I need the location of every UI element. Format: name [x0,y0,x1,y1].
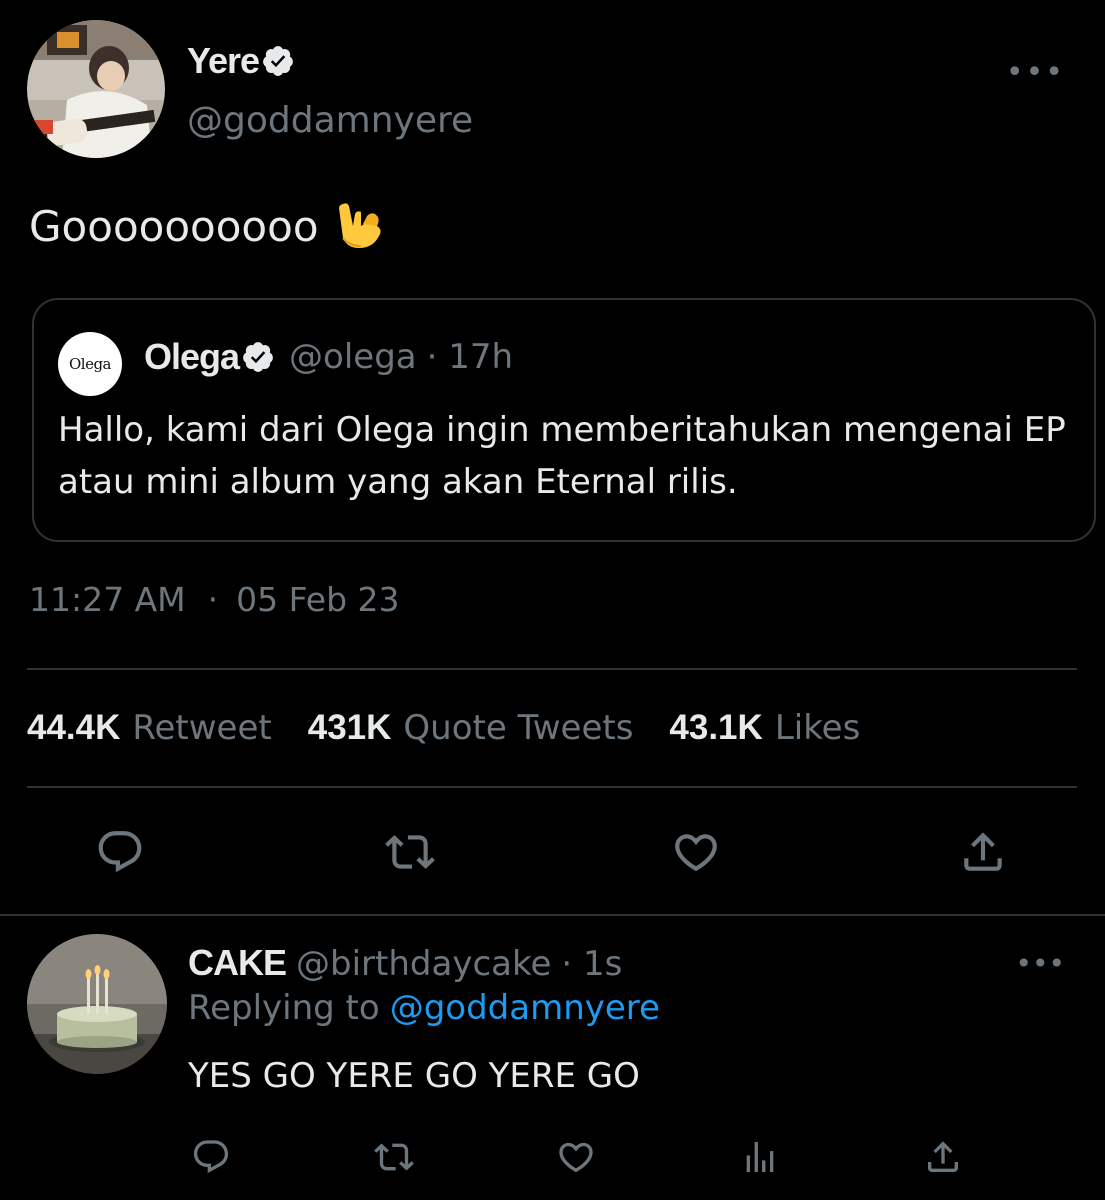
reply-author-handle[interactable]: @birthdaycake [296,944,551,984]
like-label[interactable]: Likes [775,708,861,748]
replying-to: Replying to @goddamnyere [188,988,660,1028]
divider [27,786,1077,788]
quote-count[interactable]: 431K [308,708,392,748]
retweet-icon [374,1143,414,1171]
quoted-author-handle[interactable]: @olega [289,337,417,377]
like-icon [559,1142,593,1173]
like-button[interactable] [666,822,726,882]
reply-author-avatar[interactable] [27,934,167,1074]
tweet-stats: 44.4K Retweet 431K Quote Tweets 43.1K Li… [27,708,896,748]
more-dots-icon[interactable]: ••• [1006,58,1065,88]
quoted-author-avatar[interactable]: Olega [58,332,122,396]
author-handle[interactable]: @goddamnyere [187,100,473,141]
reply-analytics-button[interactable] [737,1134,783,1180]
retweet-button[interactable] [380,822,440,882]
verified-badge-icon [243,342,273,372]
replying-to-prefix: Replying to [188,988,380,1028]
reply-author-name[interactable]: CAKE [188,942,287,984]
reply-like-button[interactable] [553,1134,599,1180]
divider [27,668,1077,670]
reply-text: YES GO YERE GO YERE GO [188,1056,640,1096]
more-dots-icon[interactable]: ••• [1015,950,1065,978]
reply-time-ago: · 1s [561,944,623,984]
author-display-name[interactable]: Yere [187,40,260,82]
tweet-body: Goooooooooo [29,200,385,252]
share-button[interactable] [953,822,1013,882]
share-icon [928,1141,958,1172]
reply-header: CAKE @birthdaycake · 1s [188,942,622,984]
tweet-time: 11:27 AM [29,580,186,619]
tweet-text: Goooooooooo [29,201,319,251]
reply-retweet-button[interactable] [371,1134,417,1180]
reply-share-button[interactable] [920,1134,966,1180]
reply-icon [98,831,142,873]
author-avatar[interactable] [27,20,165,158]
quote-label[interactable]: Quote Tweets [403,708,633,748]
share-icon [964,832,1002,871]
analytics-icon [746,1142,774,1172]
replying-to-mention[interactable]: @goddamnyere [390,988,660,1028]
quoted-tweet-text: Hallo, kami dari Olega ingin memberitahu… [58,410,1066,502]
rock-hand-emoji-icon [338,203,381,248]
verified-badge-icon [263,46,293,76]
retweet-icon [385,835,435,869]
author-name-row[interactable]: Yere [187,40,295,82]
retweet-count[interactable]: 44.4K [27,708,120,748]
quoted-time-ago: · 17h [426,337,514,377]
author-avatar-image [27,20,165,158]
quoted-tweet[interactable]: Olega Olega @olega · 17h Hallo, kami dar… [32,298,1096,542]
timestamp-separator: · [207,580,219,619]
reply-avatar-image [27,934,167,1074]
quoted-author-name[interactable]: Olega [144,336,240,378]
like-icon [675,834,717,872]
quoted-tweet-header: Olega @olega · 17h [144,336,513,378]
retweet-label[interactable]: Retweet [132,708,271,748]
tweet-date: 05 Feb 23 [236,580,400,619]
divider [0,914,1105,916]
reply-reply-button[interactable] [188,1134,234,1180]
like-count[interactable]: 43.1K [669,708,762,748]
tweet-timestamp[interactable]: 11:27 AM · 05 Feb 23 [29,580,400,619]
reply-button[interactable] [90,822,150,882]
reply-icon [193,1140,229,1174]
